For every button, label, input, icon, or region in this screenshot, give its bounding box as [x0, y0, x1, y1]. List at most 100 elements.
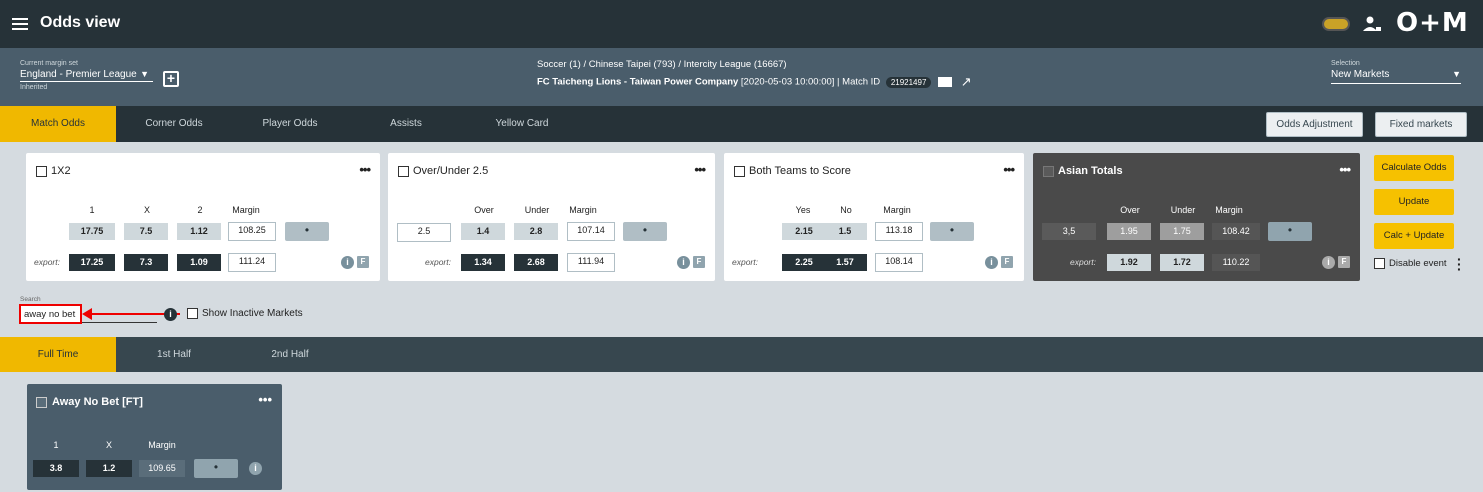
- message-icon[interactable]: [938, 77, 953, 87]
- market-card-away-no-bet: Away No Bet [FT] ••• 1 X Margin 3.8 1.2 …: [27, 384, 282, 490]
- col-header: 1: [53, 440, 59, 450]
- margin-field[interactable]: 108.42: [1212, 223, 1260, 240]
- more-options-icon[interactable]: •••: [694, 162, 706, 177]
- odds-cell[interactable]: 2.8: [514, 223, 558, 240]
- theme-toggle[interactable]: [1322, 17, 1350, 31]
- more-options-icon[interactable]: •••: [359, 162, 371, 177]
- margin-set-dropdown[interactable]: England - Premier League ▼: [20, 69, 153, 82]
- match-info: Soccer (1) / Chinese Taipei (793) / Inte…: [537, 59, 972, 90]
- market-checkbox[interactable]: [1043, 166, 1054, 177]
- selection-selector[interactable]: Selection New Markets ▼: [1331, 60, 1461, 84]
- tab-1st-half[interactable]: 1st Half: [116, 337, 232, 372]
- apply-button[interactable]: •: [285, 222, 329, 241]
- market-title: Both Teams to Score: [749, 165, 851, 177]
- vertical-more-icon[interactable]: · · ·: [1457, 252, 1462, 276]
- disable-event-checkbox[interactable]: [1374, 258, 1385, 269]
- info-icon[interactable]: i: [985, 256, 998, 269]
- f-badge-icon[interactable]: F: [1001, 256, 1013, 268]
- col-header: Over: [1120, 205, 1140, 215]
- search-input[interactable]: away no bet: [19, 304, 82, 324]
- margin-set-selector[interactable]: Current margin set England - Premier Lea…: [20, 60, 153, 91]
- odds-cell[interactable]: 1.95: [1107, 223, 1151, 240]
- odds-cell[interactable]: 3.8: [33, 460, 79, 477]
- info-icon[interactable]: i: [677, 256, 690, 269]
- selection-value: New Markets: [1331, 69, 1390, 80]
- selection-dropdown[interactable]: New Markets ▼: [1331, 69, 1461, 84]
- disable-event-toggle[interactable]: Disable event: [1374, 258, 1447, 269]
- col-header: Over: [474, 205, 494, 215]
- col-header: X: [143, 205, 150, 215]
- export-margin: 111.24: [228, 253, 276, 272]
- f-badge-icon[interactable]: F: [693, 256, 705, 268]
- market-tabs: Match Odds Corner Odds Player Odds Assis…: [0, 106, 1483, 142]
- odds-cell[interactable]: 2.15: [782, 223, 826, 240]
- margin-field[interactable]: 108.25: [228, 222, 276, 241]
- market-card-btts: Both Teams to Score ••• Yes No Margin 2.…: [724, 153, 1024, 281]
- odds-cell[interactable]: 17.75: [69, 223, 115, 240]
- more-options-icon[interactable]: •••: [1003, 162, 1015, 177]
- col-header: 1: [89, 205, 95, 215]
- market-checkbox[interactable]: [36, 397, 47, 408]
- margin-set-value: England - Premier League: [20, 69, 137, 80]
- match-id-badge[interactable]: 21921497: [885, 76, 932, 88]
- odds-adjustment-button[interactable]: Odds Adjustment: [1266, 112, 1363, 137]
- export-label: export:: [34, 257, 60, 267]
- chevron-down-icon: ▼: [1452, 69, 1461, 79]
- show-inactive-toggle[interactable]: Show Inactive Markets: [187, 308, 303, 319]
- line-field[interactable]: 2.5: [397, 223, 451, 242]
- apply-button[interactable]: •: [930, 222, 974, 241]
- export-cell: 1.92: [1107, 254, 1151, 271]
- tab-player-odds[interactable]: Player Odds: [232, 106, 348, 142]
- export-cell: 2.25: [782, 254, 826, 271]
- apply-button[interactable]: •: [1268, 222, 1312, 241]
- show-inactive-checkbox[interactable]: [187, 308, 198, 319]
- more-options-icon[interactable]: •••: [1339, 162, 1351, 177]
- line-field[interactable]: 3,5: [1042, 223, 1096, 240]
- hamburger-icon[interactable]: [12, 15, 28, 31]
- odds-cell[interactable]: 1.12: [177, 223, 221, 240]
- fixed-markets-button[interactable]: Fixed markets: [1375, 112, 1467, 137]
- apply-button[interactable]: •: [623, 222, 667, 241]
- export-label: export:: [1070, 257, 1096, 267]
- user-icon[interactable]: [1362, 14, 1382, 34]
- tab-match-odds[interactable]: Match Odds: [0, 106, 116, 142]
- f-badge-icon[interactable]: F: [1338, 256, 1350, 268]
- market-title: Asian Totals: [1058, 165, 1123, 177]
- info-icon[interactable]: i: [1322, 256, 1335, 269]
- market-checkbox[interactable]: [734, 166, 745, 177]
- margin-field[interactable]: 109.65: [139, 460, 185, 477]
- info-icon[interactable]: i: [164, 308, 177, 321]
- tab-full-time[interactable]: Full Time: [0, 337, 116, 372]
- info-icon[interactable]: i: [249, 462, 262, 475]
- tab-assists[interactable]: Assists: [348, 106, 464, 142]
- odds-cell[interactable]: 7.5: [124, 223, 168, 240]
- col-header: X: [105, 440, 112, 450]
- market-checkbox[interactable]: [398, 166, 409, 177]
- info-icon[interactable]: i: [341, 256, 354, 269]
- odds-cell[interactable]: 1.5: [823, 223, 867, 240]
- odds-cell[interactable]: 1.2: [86, 460, 132, 477]
- calc-update-button[interactable]: Calc + Update: [1374, 223, 1454, 249]
- annotation-arrow-head: [82, 308, 92, 320]
- search-underline: [82, 322, 157, 323]
- top-bar: Odds view O+M: [0, 0, 1483, 48]
- apply-button[interactable]: •: [194, 459, 238, 478]
- external-link-icon[interactable]: ↗: [961, 74, 972, 90]
- market-checkbox[interactable]: [36, 166, 47, 177]
- tab-2nd-half[interactable]: 2nd Half: [232, 337, 348, 372]
- col-header: Yes: [795, 205, 811, 215]
- export-margin: 108.14: [875, 253, 923, 272]
- plus-box-icon[interactable]: +: [163, 71, 179, 87]
- more-options-icon[interactable]: •••: [258, 392, 272, 407]
- margin-field[interactable]: 107.14: [567, 222, 615, 241]
- tab-yellow-card[interactable]: Yellow Card: [464, 106, 580, 142]
- col-header: Under: [524, 205, 550, 215]
- odds-cell[interactable]: 1.4: [461, 223, 505, 240]
- market-title: Over/Under 2.5: [413, 165, 489, 177]
- update-button[interactable]: Update: [1374, 189, 1454, 215]
- calculate-odds-button[interactable]: Calculate Odds: [1374, 155, 1454, 181]
- margin-field[interactable]: 113.18: [875, 222, 923, 241]
- tab-corner-odds[interactable]: Corner Odds: [116, 106, 232, 142]
- f-badge-icon[interactable]: F: [357, 256, 369, 268]
- odds-cell[interactable]: 1.75: [1160, 223, 1204, 240]
